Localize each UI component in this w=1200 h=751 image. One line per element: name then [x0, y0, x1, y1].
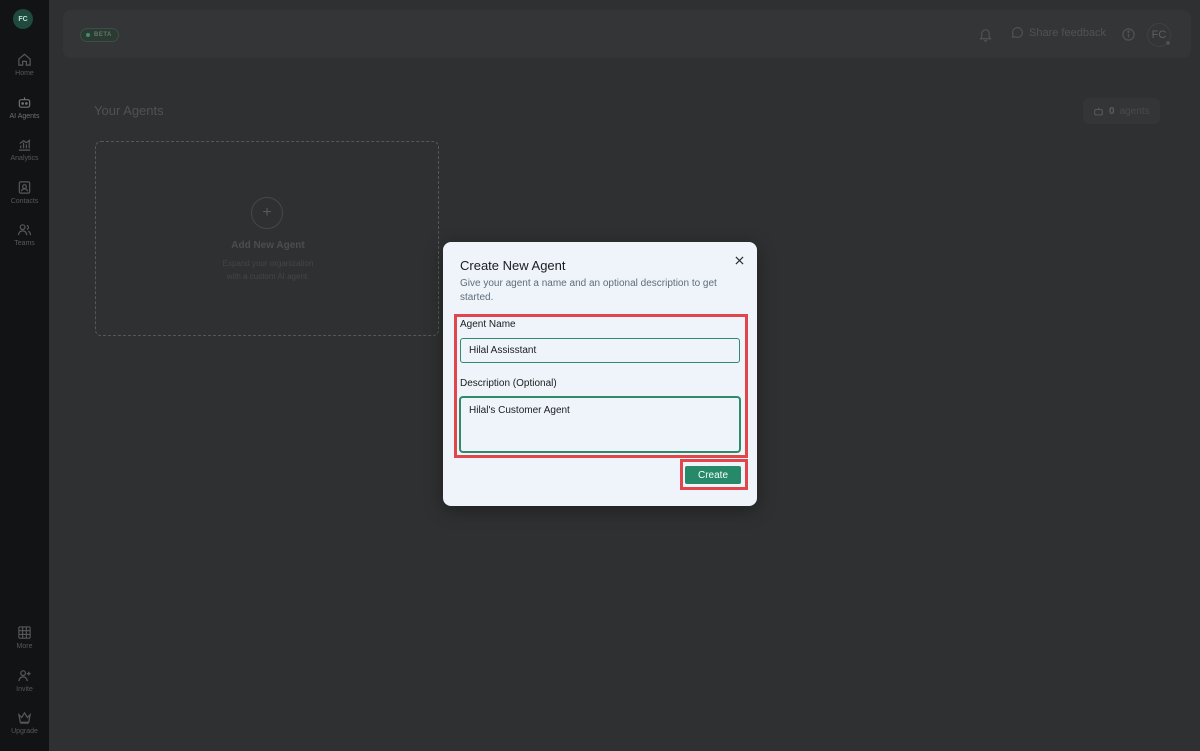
sidebar-item-label: Invite — [16, 686, 33, 693]
crown-icon — [17, 711, 32, 724]
sidebar-item-invite[interactable]: Invite — [0, 665, 49, 705]
sidebar-item-analytics[interactable]: Analytics — [0, 134, 49, 174]
add-agent-desc-line: Expand your organization — [222, 259, 314, 268]
description-label: Description (Optional) — [460, 378, 557, 389]
robot-icon — [1094, 107, 1103, 115]
chart-icon — [18, 139, 31, 151]
grid-icon — [18, 626, 31, 639]
info-icon[interactable] — [1121, 27, 1136, 42]
sidebar-item-label: Analytics — [10, 155, 39, 162]
home-icon — [18, 53, 31, 66]
sidebar-item-teams[interactable]: Teams — [0, 219, 49, 259]
sidebar-item-label: Home — [15, 70, 34, 77]
status-dot — [1165, 40, 1171, 46]
sidebar-item-more[interactable]: More — [0, 622, 49, 662]
sidebar-item-label: Contacts — [10, 198, 39, 205]
bell-icon[interactable] — [978, 27, 993, 42]
sidebar-item-label: Teams — [14, 240, 35, 247]
sidebar-item-home[interactable]: Home — [0, 49, 49, 89]
create-agent-modal: Create New Agent Give your agent a name … — [443, 242, 757, 506]
add-agent-desc-line: with a custom AI agent. — [226, 272, 310, 281]
add-new-agent-card[interactable]: + Add New Agent Expand your organization… — [95, 141, 439, 336]
top-bar: BETA Share feedback FC — [63, 10, 1191, 58]
contacts-icon — [18, 181, 31, 194]
beta-badge: BETA — [80, 28, 119, 42]
user-avatar-button[interactable]: FC — [1147, 23, 1171, 47]
close-icon — [734, 255, 744, 265]
sidebar-item-upgrade[interactable]: Upgrade — [0, 707, 49, 747]
modal-subtitle: Give your agent a name and an optional d… — [460, 278, 717, 303]
agent-count-label: agents — [1119, 105, 1150, 117]
sidebar-item-label: Upgrade — [11, 728, 38, 735]
sidebar: FC Home AI Agents Analytics Contacts Tea… — [0, 0, 49, 751]
share-feedback-label: Share feedback — [1029, 26, 1107, 39]
agent-count-badge: 0 agents — [1083, 98, 1160, 124]
robot-icon — [18, 97, 31, 108]
share-feedback-button[interactable]: Share feedback — [1011, 26, 1106, 39]
agent-name-label: Agent Name — [460, 319, 516, 330]
add-agent-description: Expand your organization with a custom A… — [96, 257, 440, 283]
sidebar-item-label: More — [16, 643, 33, 650]
modal-title: Create New Agent — [460, 258, 566, 273]
agent-count-value: 0 — [1109, 105, 1115, 117]
add-agent-title: Add New Agent — [231, 240, 305, 251]
sidebar-item-label: AI Agents — [9, 113, 40, 120]
create-button[interactable]: Create — [685, 466, 741, 484]
user-plus-icon — [18, 670, 31, 682]
description-textarea[interactable]: Hilal's Customer Agent — [460, 397, 740, 452]
user-initials: FC — [1151, 29, 1167, 41]
agent-name-input[interactable] — [460, 338, 740, 363]
sidebar-item-contacts[interactable]: Contacts — [0, 177, 49, 217]
sidebar-item-ai-agents[interactable]: AI Agents — [0, 92, 49, 132]
close-button[interactable] — [732, 253, 746, 267]
org-avatar[interactable]: FC — [13, 9, 33, 29]
beta-dot — [86, 33, 90, 37]
chat-bubble-icon — [1011, 27, 1023, 39]
users-icon — [17, 224, 32, 236]
beta-label: BETA — [94, 32, 112, 38]
page-title: Your Agents — [94, 103, 164, 118]
plus-icon: + — [251, 197, 283, 229]
